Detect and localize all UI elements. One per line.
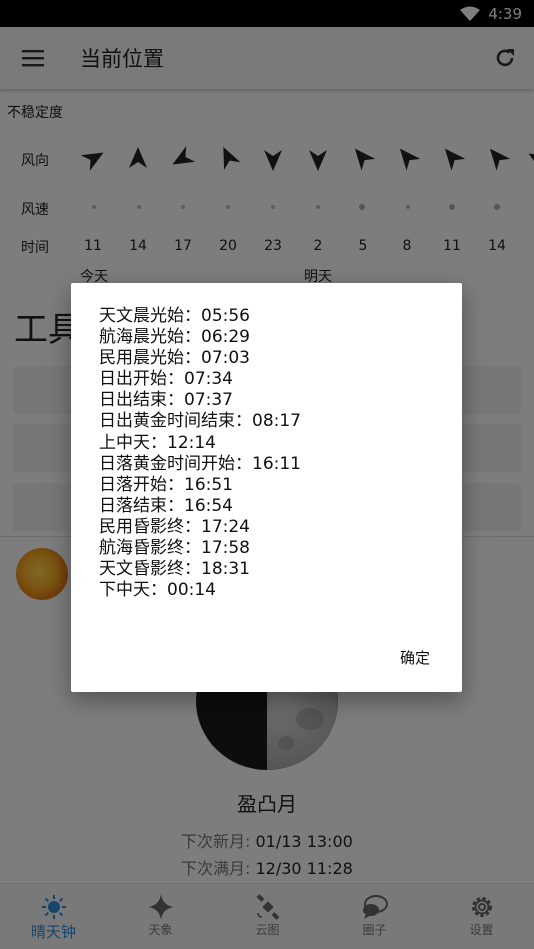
sun-time-line: 航海昏影终：17:58 [99, 538, 250, 559]
sun-time-line: 上中天：12:14 [99, 432, 216, 453]
sun-time-line: 日落黄金时间开始：16:11 [99, 453, 301, 474]
ok-button[interactable]: 确定 [400, 647, 430, 668]
sun-time-line: 航海晨光始：06:29 [99, 327, 250, 348]
sun-time-line: 日出开始：07:34 [99, 369, 233, 390]
sun-time-line: 日落开始：16:51 [99, 474, 233, 495]
sun-time-line: 民用昏影终：17:24 [99, 516, 250, 537]
sun-times-dialog: 天文晨光始：05:56 航海晨光始：06:29 民用晨光始：07:03 日出开始… [71, 283, 462, 692]
sun-time-line: 下中天：00:14 [99, 580, 216, 601]
sun-time-line: 天文晨光始：05:56 [99, 306, 250, 326]
sun-time-line: 民用晨光始：07:03 [99, 348, 250, 369]
sun-time-line: 天文昏影终：18:31 [99, 559, 250, 580]
sun-times-list: 天文晨光始：05:56 航海晨光始：06:29 民用晨光始：07:03 日出开始… [99, 306, 301, 601]
sun-time-line: 日落结束：16:54 [99, 495, 233, 516]
sun-time-line: 日出黄金时间结束：08:17 [99, 411, 301, 432]
sun-time-line: 日出结束：07:37 [99, 390, 233, 411]
